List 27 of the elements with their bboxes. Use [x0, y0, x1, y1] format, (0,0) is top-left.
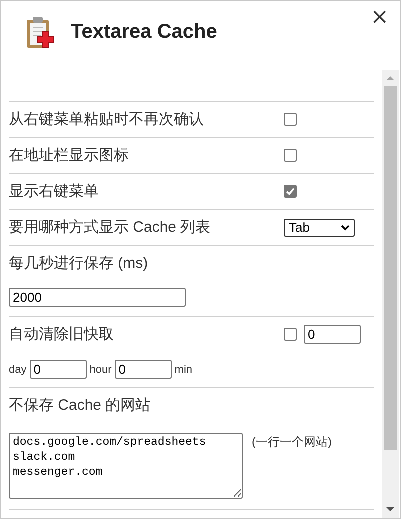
chevron-icon [341, 224, 350, 230]
checkbox[interactable] [284, 185, 297, 198]
unit-label: day [9, 364, 27, 376]
input-field[interactable]: 0 [304, 325, 361, 344]
input-field[interactable]: 2000 [9, 288, 186, 307]
clipboard-icon [26, 16, 57, 49]
setting-label: 每几秒进行保存 (ms) [9, 254, 150, 273]
setting-label: 自动清除旧快取 [9, 325, 115, 344]
checkbox[interactable] [284, 113, 297, 126]
setting-label: 显示右键菜单 [9, 182, 100, 201]
setting-label: 从右键菜单粘贴时不再次确认 [9, 110, 205, 129]
app-title: Textarea Cache [71, 21, 218, 44]
scrollbar-thumb[interactable] [384, 86, 397, 450]
checkbox[interactable] [284, 149, 297, 162]
input-field[interactable]: 0 [114, 360, 172, 379]
hint-text: (一行一个网站) [252, 434, 332, 451]
setting-label: 在地址栏显示图标 [9, 146, 130, 165]
text-area[interactable]: docs.google.com/spreadsheets slack.com messenger.com [9, 433, 243, 499]
setting-label: 要用哪种方式显示 Cache 列表 [9, 218, 212, 237]
unit-label: hour [90, 364, 112, 376]
scroll-down-icon[interactable] [386, 507, 395, 513]
unit-label: min [174, 364, 193, 376]
close-button[interactable]: × [370, 7, 389, 29]
select-dropdown[interactable]: Tab [284, 218, 355, 236]
checkbox[interactable] [284, 328, 297, 341]
setting-label: 不保存 Cache 的网站 [9, 396, 152, 415]
input-field[interactable]: 0 [30, 360, 87, 379]
